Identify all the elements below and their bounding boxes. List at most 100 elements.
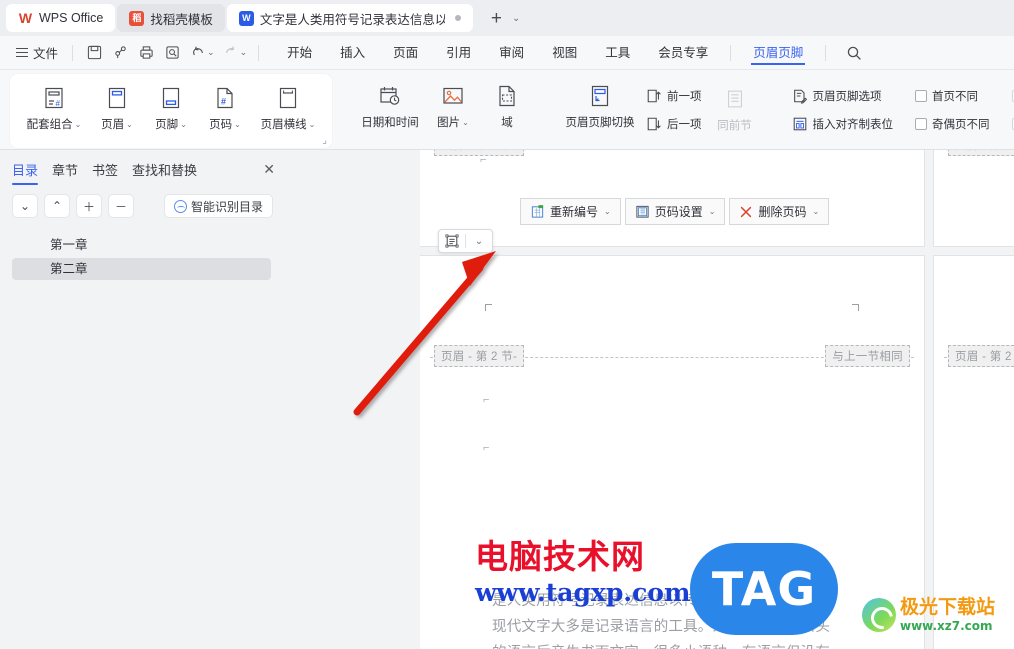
menu-item-start[interactable]: 开始 — [273, 37, 326, 69]
smart-recognize-icon — [173, 199, 187, 213]
tab-docer-template[interactable]: 稻 找稻壳模板 — [117, 4, 225, 32]
watermark-tag-badge: TAG — [690, 543, 838, 635]
svg-text:#: # — [221, 97, 226, 107]
menu-item-insert[interactable]: 插入 — [326, 37, 379, 69]
close-icon[interactable]: ✕ — [263, 161, 275, 185]
pgbtn-label: 页码设置 — [654, 205, 703, 219]
body-line: 的语言后产生书面文字，很多小语种，有语言但没有 — [492, 640, 892, 649]
ribbon-button-field[interactable]: 域 — [480, 74, 534, 130]
pgbtn-label: 重新编号 — [550, 205, 599, 219]
header-rule-icon — [275, 82, 301, 114]
chevron-down-icon[interactable]: ⌄ — [512, 13, 526, 24]
docer-icon: 稻 — [129, 10, 145, 26]
checkbox-icon — [915, 89, 927, 102]
ribbon-button-label: 页码 ⌄ — [209, 119, 241, 131]
chevron-down-icon: ⌄ — [308, 119, 316, 129]
tab-label: 找稻壳模板 — [150, 12, 213, 27]
date-time-icon — [377, 80, 403, 112]
ribbon-button-label: 配套组合 ⌄ — [26, 119, 82, 131]
divider — [72, 44, 74, 61]
menu-item-view[interactable]: 视图 — [538, 37, 591, 69]
ribbon-button-footer[interactable]: 页脚 ⌄ — [144, 76, 198, 132]
tab-label: WPS Office — [39, 11, 104, 25]
ribbon-button-link-to-previous: 同前节 — [706, 74, 764, 133]
dialog-launcher-icon[interactable]: ⌟ — [322, 135, 327, 146]
share-icon[interactable] — [107, 41, 133, 65]
tab-modified-dot-icon — [454, 15, 461, 21]
tab-active-document[interactable]: W 文字是人类用符号记录表达信息以（ — [226, 4, 473, 32]
smart-toc-button[interactable]: 智能识别目录 — [163, 194, 273, 218]
format-dropdown-caret-icon[interactable]: ⌄ — [466, 230, 492, 252]
page-number-settings-button[interactable]: 页码设置 ⌄ — [624, 198, 726, 225]
document-page-2: 页眉 - 第 2 节- 与上一节相同 ⌐ ⌐ 是人类用符号记录表达信息以传之久远… — [420, 256, 924, 649]
ribbon-button-insert-alignment-tab[interactable]: 插入对齐制表位 — [788, 111, 898, 136]
collapse-up-button[interactable]: ⌃ — [44, 194, 70, 218]
ribbon-button-label: 页眉页脚切换 — [565, 117, 635, 129]
demote-button[interactable]: － — [108, 194, 134, 218]
menu-item-reference[interactable]: 引用 — [432, 37, 485, 69]
tab-wps-office[interactable]: W WPS Office — [6, 4, 116, 32]
chevron-down-icon: ⌄ — [604, 207, 611, 216]
footer-format-popup[interactable]: ⌄ — [438, 229, 493, 253]
search-icon[interactable] — [846, 45, 862, 61]
menu-item-review[interactable]: 审阅 — [485, 37, 538, 69]
page-number-toolbar: 重新编号 ⌄ 页码设置 ⌄ 删除页码 ⌄ — [520, 198, 830, 225]
sidebar-tab-chapter[interactable]: 章节 — [52, 160, 78, 186]
print-preview-icon[interactable] — [159, 41, 185, 65]
ribbon-button-label: 域 — [501, 117, 513, 129]
toc-item-chapter-1[interactable]: 第一章 — [12, 234, 271, 256]
sidebar-tab-bookmark[interactable]: 书签 — [92, 160, 118, 186]
switch-header-footer-icon — [587, 80, 613, 112]
renumber-icon — [531, 205, 544, 218]
checkbox-different-odd-even[interactable]: 奇偶页不同 — [911, 111, 994, 136]
undo-dropdown-caret-icon[interactable]: ⌄ — [207, 47, 215, 58]
ribbon-button-switch-header-footer[interactable]: 页眉页脚切换 — [558, 74, 642, 130]
ribbon-button-header-rule[interactable]: 页眉横线 ⌄ — [252, 76, 324, 132]
header-footer-combo-icon: # — [41, 82, 67, 114]
watermark-xz7-text: 极光下载站 www.xz7.com — [900, 596, 996, 633]
watermark-xz7-cn: 极光下载站 — [900, 596, 996, 618]
paragraph-format-icon[interactable] — [439, 230, 465, 252]
ribbon-button-page-number[interactable]: # 页码 ⌄ — [198, 76, 252, 132]
menu-item-page[interactable]: 页面 — [379, 37, 432, 69]
page-number-icon: # — [212, 82, 238, 114]
save-icon[interactable] — [81, 41, 107, 65]
ribbon-button-combo[interactable]: # 配套组合 ⌄ — [18, 76, 90, 132]
toc-item-chapter-2[interactable]: 第二章 — [12, 258, 271, 280]
checkbox-footer-same-as-previous: 页脚同前节 — [1008, 111, 1014, 136]
menu-item-member[interactable]: 会员专享 — [644, 37, 722, 69]
menu-item-tools[interactable]: 工具 — [591, 37, 644, 69]
ribbon-button-header-footer-options[interactable]: 页眉页脚选项 — [788, 83, 898, 108]
header-icon — [104, 82, 130, 114]
navigation-sidebar: 目录 章节 书签 查找和替换 ✕ ⌄ ⌃ ＋ － 智能识别目录 第一章 第二章 — [0, 150, 420, 649]
smart-toc-label: 智能识别目录 — [190, 199, 263, 214]
menu-item-header-footer[interactable]: 页眉页脚 — [739, 37, 817, 69]
redo-dropdown-caret-icon[interactable]: ⌄ — [240, 47, 248, 58]
paragraph-mark-icon: ⌐ — [483, 442, 490, 454]
ribbon-button-label: 页眉横线 ⌄ — [260, 119, 316, 131]
ribbon-button-picture[interactable]: 图片 ⌄ — [426, 74, 480, 130]
chevron-down-icon: ⌄ — [180, 119, 187, 129]
print-icon[interactable] — [133, 41, 159, 65]
sidebar-tab-toc[interactable]: 目录 — [12, 160, 39, 186]
ribbon-button-header[interactable]: 页眉 ⌄ — [90, 76, 144, 132]
promote-button[interactable]: ＋ — [76, 194, 102, 218]
same-as-previous-label: 与上一节相同 — [825, 345, 910, 367]
checkbox-different-first-page[interactable]: 首页不同 — [911, 83, 994, 108]
document-page-2-right: 页眉 - 第 2 — [934, 256, 1014, 649]
ribbon-button-previous-item[interactable]: 前一项 — [642, 83, 706, 108]
delete-page-number-button[interactable]: 删除页码 ⌄ — [729, 198, 830, 225]
renumber-button[interactable]: 重新编号 ⌄ — [520, 198, 621, 225]
ribbon-row-label: 后一项 — [667, 118, 702, 131]
hamburger-icon — [16, 47, 28, 58]
footer-section-label-right-1: 页脚 - 第 2 — [948, 150, 1014, 156]
ribbon-button-date-time[interactable]: 日期和时间 — [354, 74, 426, 130]
wps-writer-window: W WPS Office 稻 找稻壳模板 W 文字是人类用符号记录表达信息以（ … — [0, 0, 1014, 649]
collapse-down-button[interactable]: ⌄ — [12, 194, 38, 218]
sidebar-tab-find-replace[interactable]: 查找和替换 — [132, 160, 197, 186]
field-icon — [494, 80, 520, 112]
new-tab-button[interactable]: + — [483, 9, 510, 28]
ribbon-button-next-item[interactable]: 后一项 — [642, 111, 706, 136]
file-menu-button[interactable]: 文件 — [10, 43, 64, 62]
paragraph-mark-icon: ⌐ — [483, 394, 490, 406]
